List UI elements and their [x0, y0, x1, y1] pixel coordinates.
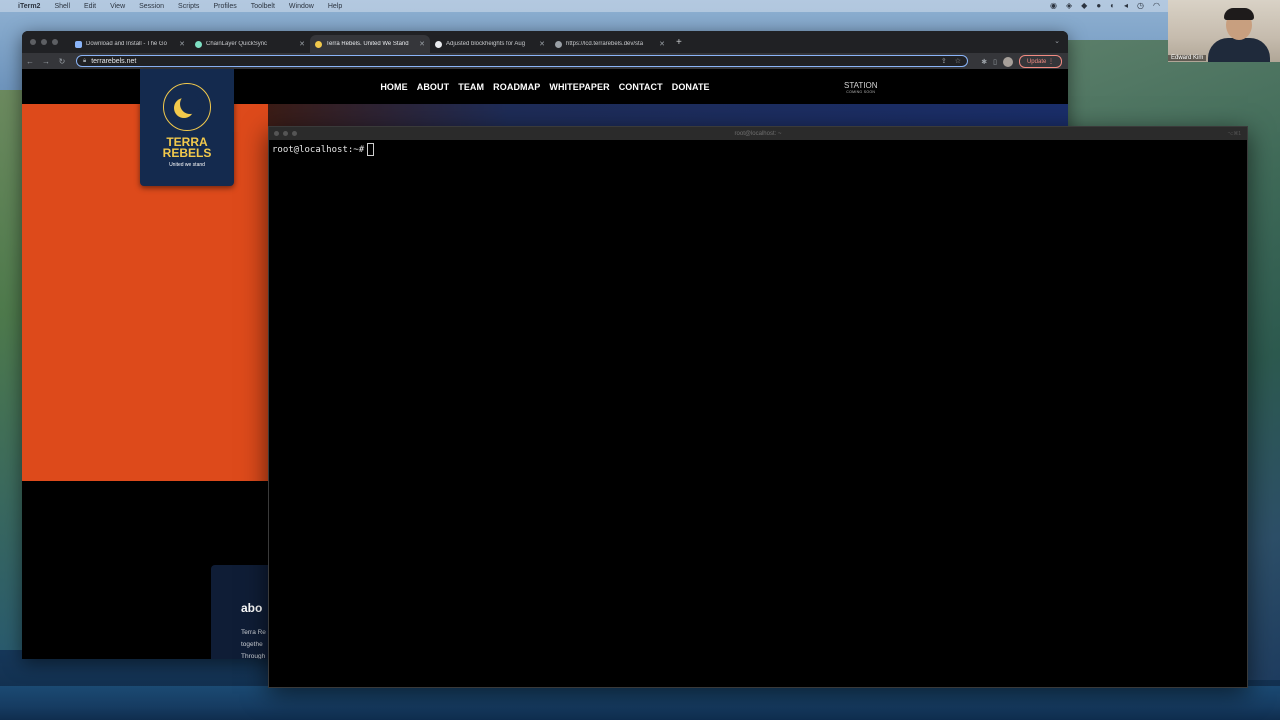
menu-session[interactable]: Session	[139, 3, 164, 10]
minimize-window-button[interactable]	[283, 131, 288, 136]
lock-icon[interactable]: 🔒︎	[83, 58, 86, 65]
new-tab-icon[interactable]: +	[676, 37, 682, 48]
about-heading: abo	[241, 601, 263, 615]
menu-toolbelt[interactable]: Toolbelt	[251, 3, 275, 10]
clock-icon[interactable]: ◷	[1137, 1, 1144, 10]
mac-menubar: iTerm2 Shell Edit View Session Scripts P…	[0, 0, 1280, 12]
terminal-window[interactable]: root@localhost: ~ ⌥⌘1 root@localhost:~#	[268, 126, 1248, 688]
tab-title: ChainLayer QuickSync	[206, 41, 268, 47]
site-logo[interactable]: TERRA REBELS United we stand	[140, 69, 234, 186]
close-tab-icon[interactable]: ✕	[419, 40, 425, 48]
tab-search-chevron-icon[interactable]: ⌄	[1054, 37, 1060, 45]
station-link[interactable]: STATION COMING SOON	[844, 81, 877, 94]
globe-icon	[555, 40, 562, 48]
about-line: Through	[241, 653, 266, 659]
logo-tagline: United we stand	[169, 162, 205, 168]
back-icon[interactable]: ←	[22, 57, 38, 66]
close-tab-icon[interactable]: ✕	[659, 40, 665, 48]
reload-icon[interactable]: ↻	[54, 57, 70, 66]
tab-strip: Download and Install - The Go ✕ ChainLay…	[22, 31, 1068, 53]
extensions-icon[interactable]: ✱	[981, 58, 987, 66]
address-url[interactable]: terrarebels.net	[91, 58, 136, 65]
shell-prompt: root@localhost:~#	[272, 145, 365, 155]
page-favicon-icon	[195, 40, 202, 48]
person-hair	[1224, 8, 1254, 20]
tab-title: Terra Rebels. United We Stand	[326, 41, 409, 47]
nav-contact[interactable]: CONTACT	[619, 82, 663, 92]
menu-profiles[interactable]: Profiles	[213, 3, 236, 10]
station-coming-soon: COMING SOON	[846, 90, 876, 94]
close-window-button[interactable]	[30, 39, 36, 45]
dropbox-icon[interactable]: ◆	[1081, 1, 1087, 10]
desktop-wallpaper-left	[0, 90, 24, 650]
text-cursor	[367, 143, 375, 156]
page-favicon-icon	[315, 40, 322, 48]
update-label: Update	[1026, 58, 1047, 65]
about-line: Terra Re	[241, 629, 266, 636]
webcam-name: Edward Kim	[1168, 55, 1207, 61]
profile-avatar[interactable]	[1002, 56, 1013, 67]
nav-about[interactable]: ABOUT	[417, 82, 450, 92]
close-tab-icon[interactable]: ✕	[179, 40, 185, 48]
wifi-icon[interactable]: ◠	[1153, 1, 1160, 10]
minimize-window-button[interactable]	[41, 39, 47, 45]
tab-title: Download and Install - The Go	[86, 41, 167, 47]
tray-icon[interactable]: ◉	[1050, 1, 1057, 10]
status-tray: ◉ ◈ ◆ ● ◐ ◂ ◷ ◠	[1050, 1, 1160, 10]
tab-go-install[interactable]: Download and Install - The Go ✕	[70, 35, 190, 53]
terminal-content[interactable]: root@localhost:~#	[269, 140, 1247, 159]
nav-roadmap[interactable]: ROADMAP	[493, 82, 540, 92]
close-window-button[interactable]	[274, 131, 279, 136]
tray-icon[interactable]: ●	[1096, 1, 1101, 10]
menu-window[interactable]: Window	[289, 3, 314, 10]
terminal-titlebar[interactable]: root@localhost: ~ ⌥⌘1	[269, 127, 1247, 140]
tab-title: Adjusted blockheights for Aug	[446, 41, 526, 47]
tray-icon[interactable]: ◐	[1110, 1, 1115, 10]
bookmark-star-icon[interactable]: ☆	[955, 57, 961, 65]
github-icon	[435, 40, 442, 48]
volume-icon[interactable]: ◂	[1124, 1, 1128, 10]
nav-whitepaper[interactable]: WHITEPAPER	[549, 82, 609, 92]
terra-rebels-logo-icon	[163, 83, 211, 131]
about-text: Terra Re togethe Through	[241, 627, 269, 659]
update-button[interactable]: Update ⋮	[1018, 55, 1062, 68]
menu-app-name[interactable]: iTerm2	[18, 3, 40, 10]
tab-lcd[interactable]: https://lcd.terrarebels.dev/sta ✕	[550, 35, 670, 53]
menu-edit[interactable]: Edit	[84, 3, 96, 10]
tray-icon[interactable]: ◈	[1066, 1, 1072, 10]
tab-terra-rebels[interactable]: Terra Rebels. United We Stand ✕	[310, 35, 430, 53]
window-controls	[30, 39, 58, 45]
nav-donate[interactable]: DONATE	[672, 82, 710, 92]
zoom-window-button[interactable]	[292, 131, 297, 136]
hero-banner-strip	[268, 104, 1068, 126]
tab-title: https://lcd.terrarebels.dev/sta	[566, 41, 644, 47]
menu-shell[interactable]: Shell	[54, 3, 70, 10]
close-tab-icon[interactable]: ✕	[539, 40, 545, 48]
share-icon[interactable]: ⇪	[941, 57, 947, 65]
webcam-overlay: Edward Kim	[1168, 0, 1280, 62]
menu-scripts[interactable]: Scripts	[178, 3, 199, 10]
station-label: STATION	[844, 81, 878, 90]
terminal-title: root@localhost: ~	[734, 130, 782, 137]
page-favicon-icon	[75, 40, 82, 48]
tab-github[interactable]: Adjusted blockheights for Aug ✕	[430, 35, 550, 53]
nav-team[interactable]: TEAM	[458, 82, 484, 92]
sidepanel-icon[interactable]: ▯	[993, 58, 997, 66]
tab-chainlayer[interactable]: ChainLayer QuickSync ✕	[190, 35, 310, 53]
person-body	[1208, 38, 1270, 62]
forward-icon[interactable]: →	[38, 57, 54, 66]
desktop-wallpaper-bottom	[0, 686, 1280, 720]
nav-home[interactable]: HOME	[380, 82, 407, 92]
menu-help[interactable]: Help	[328, 3, 342, 10]
browser-toolbar: ← → ↻ 🔒︎ terrarebels.net ⇪ ☆ ✱ ▯ Update …	[22, 53, 1068, 69]
zoom-window-button[interactable]	[52, 39, 58, 45]
close-tab-icon[interactable]: ✕	[299, 40, 305, 48]
about-line: togethe	[241, 641, 263, 648]
terminal-shortcut: ⌥⌘1	[1227, 130, 1241, 137]
menu-view[interactable]: View	[110, 3, 125, 10]
address-bar[interactable]: 🔒︎ terrarebels.net ⇪ ☆	[76, 55, 968, 67]
logo-line-2: REBELS	[162, 146, 212, 160]
